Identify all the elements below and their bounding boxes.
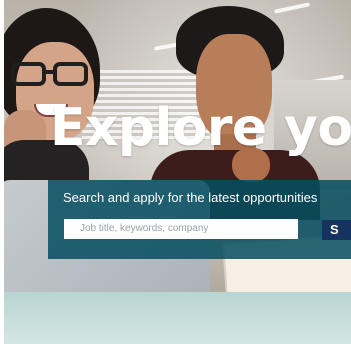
job-search-panel: Search and apply for the latest opportun…	[48, 180, 351, 259]
search-prompt: Search and apply for the latest opportun…	[63, 190, 318, 205]
glasses-icon	[11, 62, 88, 86]
hero-photo	[4, 0, 351, 344]
hero-headline: Explore your	[50, 98, 351, 158]
career-search-page: Explore your Search and apply for the la…	[0, 0, 351, 344]
desk-surface	[4, 292, 351, 344]
ceiling-light	[273, 2, 311, 14]
search-button[interactable]: S	[322, 220, 351, 240]
search-input[interactable]	[64, 219, 298, 239]
